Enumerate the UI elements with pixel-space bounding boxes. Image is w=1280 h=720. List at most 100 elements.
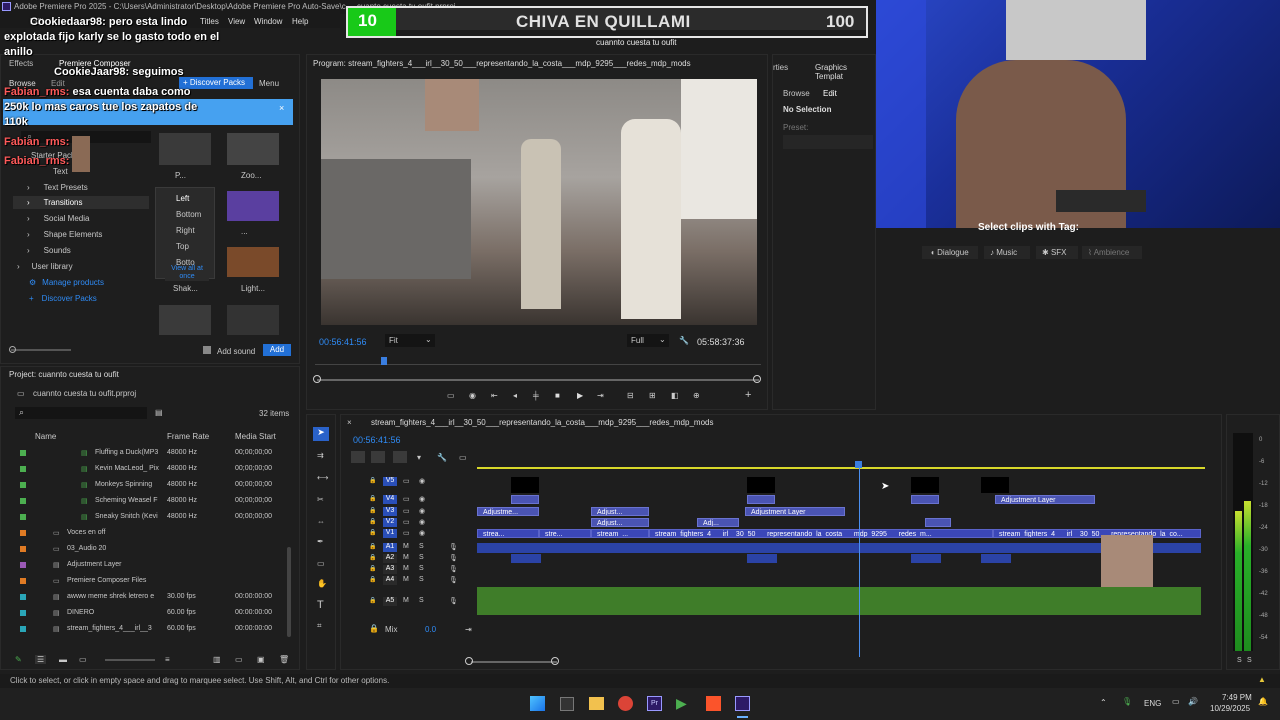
- thumbnail[interactable]: [227, 133, 279, 165]
- fit-dropdown[interactable]: Fit ⌄: [385, 334, 435, 347]
- chrome-icon[interactable]: [618, 696, 633, 711]
- track-label[interactable]: V5: [383, 477, 397, 486]
- project-row[interactable]: Fluffing a Duck(MP3 ▤ 48000 Hz 00;00;00;00: [1, 445, 301, 461]
- eye-icon[interactable]: ◉: [419, 477, 425, 485]
- voice-over-icon[interactable]: 🎙: [449, 597, 458, 605]
- slider-handle[interactable]: [9, 346, 16, 353]
- close-icon[interactable]: ×: [347, 418, 352, 427]
- project-row[interactable]: Scheming Weasel F ▤ 48000 Hz 00;00;00;00: [1, 493, 301, 509]
- scroll-handle-right[interactable]: [551, 657, 559, 665]
- project-row[interactable]: 03_Audio 20 ▭: [1, 541, 301, 557]
- clip-a2[interactable]: [747, 554, 777, 563]
- linked-selection-icon[interactable]: [371, 451, 385, 463]
- toggle-sync-icon[interactable]: ▭: [403, 529, 410, 537]
- zoom-slider[interactable]: [105, 659, 155, 661]
- lock-icon[interactable]: 🔒: [369, 597, 376, 604]
- timeline-timecode[interactable]: 00:56:41:56: [353, 435, 401, 445]
- clip-v2[interactable]: [925, 518, 951, 527]
- label-color-swatch[interactable]: [20, 562, 26, 568]
- trash-icon[interactable]: 🗑: [279, 655, 289, 664]
- solo-icon[interactable]: S: [419, 576, 424, 583]
- icon-view-icon[interactable]: ▬: [59, 655, 67, 664]
- tree-item-text[interactable]: Text: [53, 167, 68, 176]
- track-label[interactable]: A4: [383, 576, 397, 585]
- scrub-bar[interactable]: [317, 379, 759, 381]
- tree-item-transitions[interactable]: › Transitions: [27, 198, 83, 207]
- label-color-swatch[interactable]: [20, 610, 26, 616]
- tag-sfx[interactable]: ✱ SFX: [1036, 246, 1078, 259]
- clip-v4[interactable]: [747, 495, 775, 504]
- tree-item-text-presets[interactable]: › Text Presets: [27, 183, 88, 192]
- ripple-edit-icon[interactable]: ⟷: [317, 473, 328, 482]
- solo-button[interactable]: S: [1237, 657, 1242, 664]
- label-color-swatch[interactable]: [20, 514, 26, 520]
- clip-adjustment-layer[interactable]: Adjustment Layer: [745, 507, 845, 516]
- type-icon[interactable]: T: [317, 599, 324, 611]
- snap-icon[interactable]: [351, 451, 365, 463]
- clip-black[interactable]: [911, 477, 939, 493]
- solo-icon[interactable]: S: [419, 597, 424, 604]
- premiere-taskbar-icon[interactable]: Pr: [647, 696, 662, 711]
- label-color-swatch[interactable]: [20, 626, 26, 632]
- warning-icon[interactable]: ▲: [1258, 675, 1266, 684]
- scrub-handle-right[interactable]: [753, 375, 761, 383]
- toggle-sync-icon[interactable]: ▭: [403, 518, 410, 526]
- tab-effects[interactable]: Effects: [9, 59, 33, 68]
- clip-v1[interactable]: stream_...: [591, 529, 649, 538]
- solo-icon[interactable]: S: [419, 554, 424, 561]
- notification-icon[interactable]: 🔔: [1258, 697, 1268, 706]
- menu-window[interactable]: Window: [254, 17, 282, 26]
- clip-adjustment-layer[interactable]: Adj...: [697, 518, 739, 527]
- freeform-view-icon[interactable]: ▭: [79, 655, 87, 664]
- voice-over-icon[interactable]: 🎙: [449, 565, 458, 573]
- subtab-edit[interactable]: Edit: [823, 89, 837, 98]
- rectangle-icon[interactable]: ▭: [317, 559, 325, 568]
- clip-v4[interactable]: [911, 495, 939, 504]
- solo-icon[interactable]: S: [419, 565, 424, 572]
- stop-icon[interactable]: ■: [555, 391, 560, 400]
- safe-margins-icon[interactable]: ▭: [447, 391, 455, 400]
- clip-adjustment-layer[interactable]: Adjust...: [591, 507, 649, 516]
- step-back-icon[interactable]: ◂: [513, 391, 517, 400]
- thumbnail[interactable]: [159, 133, 211, 165]
- dropdown-option-right[interactable]: Right: [176, 226, 195, 235]
- track-label[interactable]: V3: [383, 507, 397, 516]
- checkbox-icon[interactable]: [203, 346, 211, 354]
- captions-icon[interactable]: ⌗: [317, 621, 322, 631]
- clip-v1[interactable]: stre...: [539, 529, 591, 538]
- thumbnail[interactable]: [227, 247, 279, 277]
- voice-over-icon[interactable]: 🎙: [449, 576, 458, 584]
- project-row[interactable]: Premiere Composer Files ▭: [1, 573, 301, 589]
- clip-a2[interactable]: [981, 554, 1011, 563]
- composer-menu[interactable]: Menu: [259, 79, 279, 88]
- column-media-start[interactable]: Media Start: [235, 432, 276, 441]
- menu-titles[interactable]: Titles: [200, 17, 219, 26]
- clip-black[interactable]: [511, 477, 539, 493]
- track-label[interactable]: V4: [383, 495, 397, 504]
- clip-black[interactable]: [981, 477, 1009, 493]
- camera-icon[interactable]: ◉: [469, 391, 476, 400]
- go-to-out-icon[interactable]: ⇥: [597, 391, 604, 400]
- toggle-sync-icon[interactable]: ▭: [403, 495, 410, 503]
- project-row[interactable]: stream_fighters_4___irl__3 ▤ 60.00 fps 00:0…: [1, 621, 301, 637]
- scroll-handle-left[interactable]: [465, 657, 473, 665]
- label-color-swatch[interactable]: [20, 578, 26, 584]
- lock-icon[interactable]: 🔒: [369, 543, 376, 550]
- video-frame[interactable]: [321, 79, 757, 325]
- tree-item-user-library[interactable]: › User library: [17, 262, 73, 271]
- microphone-icon[interactable]: 🎙: [1122, 697, 1132, 706]
- label-color-swatch[interactable]: [20, 546, 26, 552]
- column-name[interactable]: Name: [35, 432, 56, 441]
- volume-icon[interactable]: 🔊: [1188, 697, 1198, 706]
- project-row[interactable]: Kevin MacLeod_ Pix ▤ 48000 Hz 00;00;00;00: [1, 461, 301, 477]
- lock-icon[interactable]: 🔒: [369, 576, 376, 583]
- lock-icon[interactable]: 🔒: [369, 624, 379, 633]
- zoom-slider[interactable]: [11, 349, 71, 351]
- clip-v1[interactable]: stream_fighters_4___irl__30_50___represe…: [649, 529, 993, 538]
- clip-v4[interactable]: [511, 495, 539, 504]
- toggle-sync-icon[interactable]: ▭: [403, 507, 410, 515]
- add-button[interactable]: Add: [263, 344, 291, 356]
- label-color-swatch[interactable]: [20, 482, 26, 488]
- insert-icon[interactable]: ⊟: [627, 391, 634, 400]
- hand-icon[interactable]: ✋: [317, 579, 327, 588]
